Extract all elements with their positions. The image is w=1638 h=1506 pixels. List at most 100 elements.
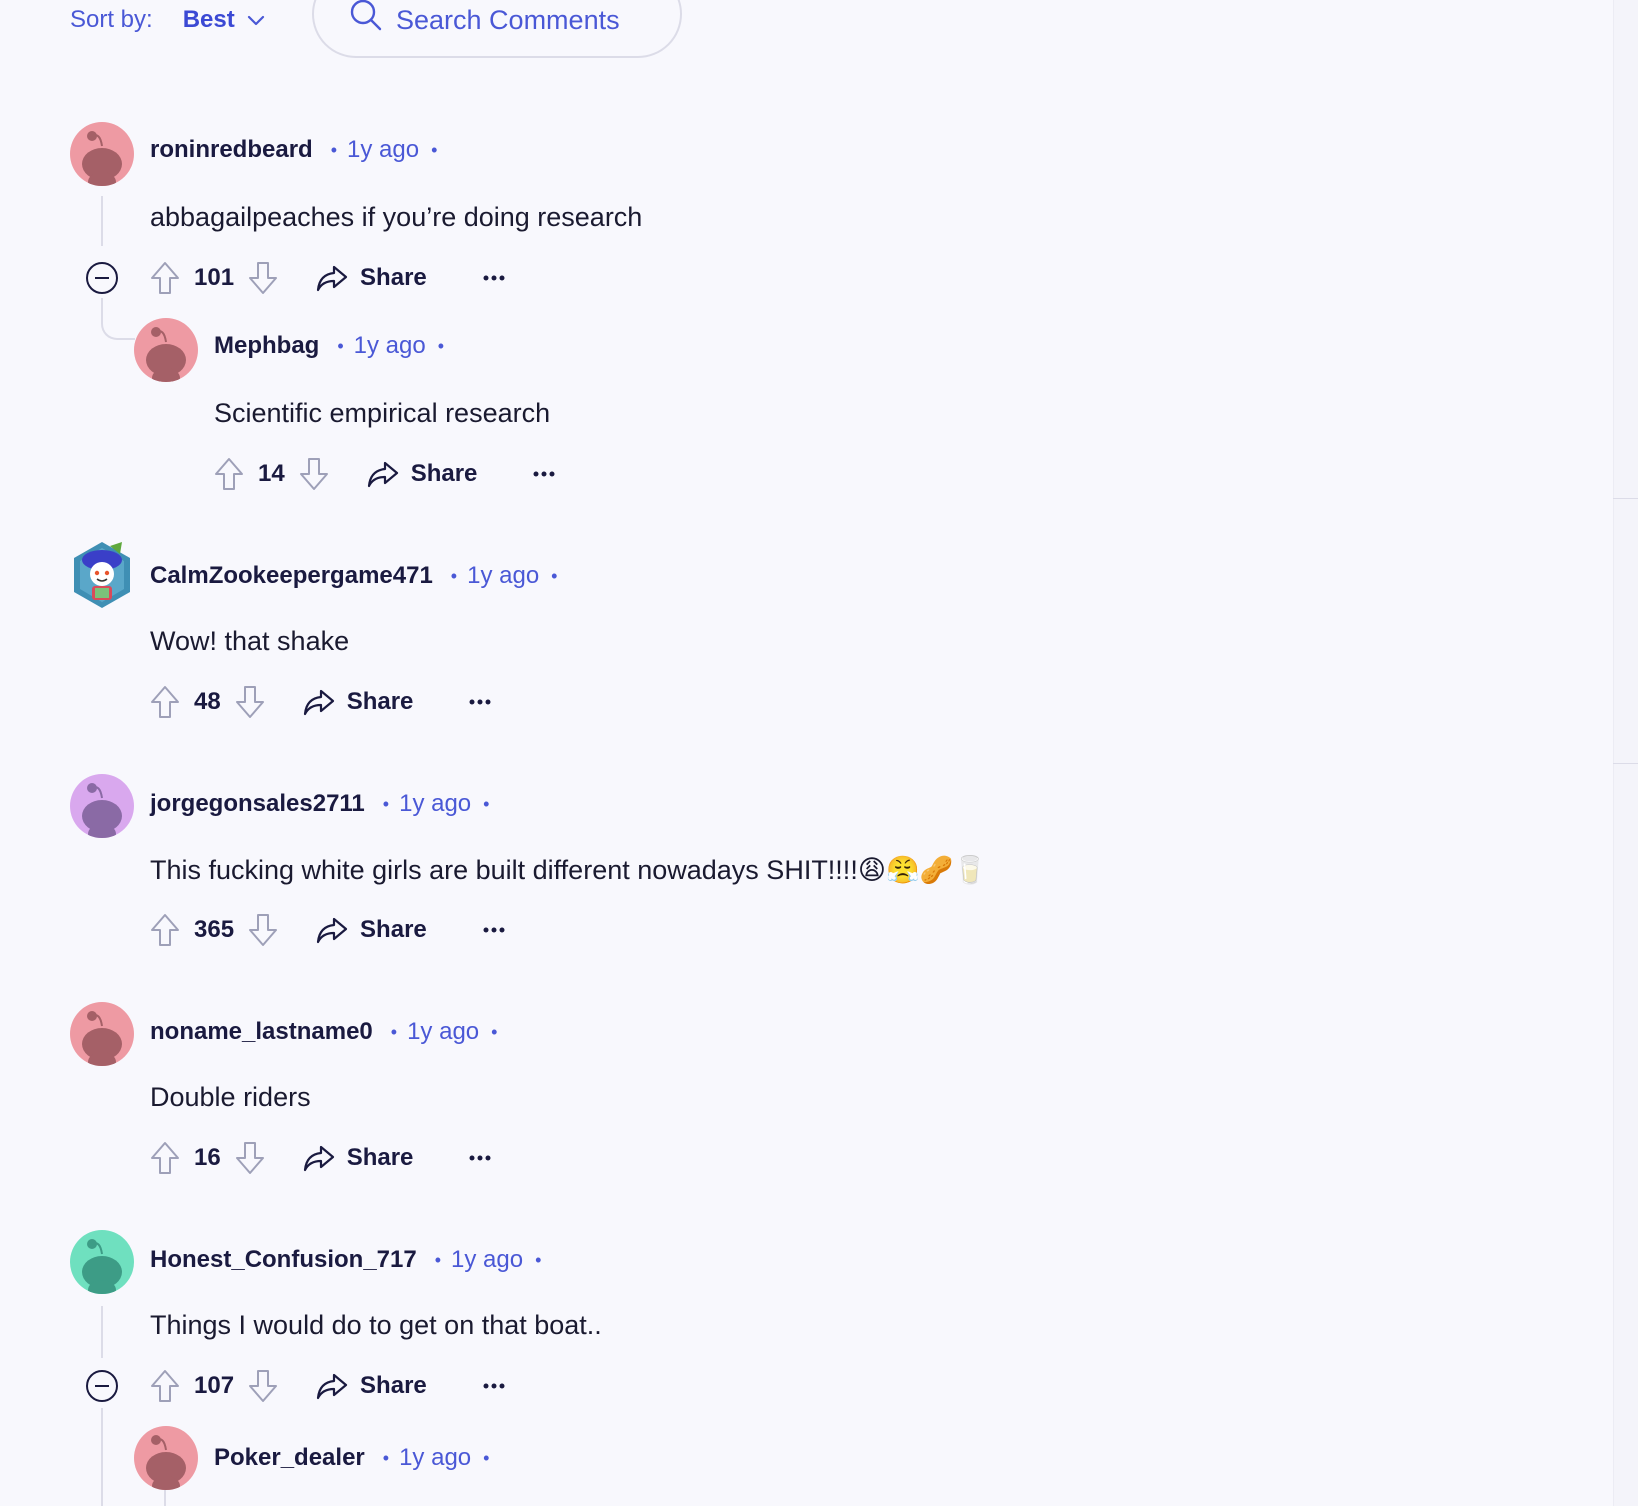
downvote-arrow-icon bbox=[235, 686, 264, 718]
ellipsis-icon bbox=[483, 927, 505, 933]
author-name[interactable]: jorgegonsales2711 bbox=[150, 790, 365, 818]
ellipsis-icon bbox=[483, 275, 505, 281]
upvote-button[interactable] bbox=[148, 1368, 182, 1404]
separator-dot: • bbox=[483, 793, 490, 814]
search-comments-input[interactable]: Search Comments bbox=[312, 0, 682, 58]
share-icon bbox=[316, 265, 348, 292]
avatar[interactable] bbox=[70, 540, 134, 608]
avatar[interactable] bbox=[134, 318, 198, 382]
separator-dot: • bbox=[551, 565, 558, 586]
separator-dot: • bbox=[450, 565, 458, 586]
comments-page: Sort by: Best Search Comments roninredbe… bbox=[0, 0, 1638, 1506]
vote-score: 365 bbox=[194, 916, 235, 943]
upvote-button[interactable] bbox=[148, 260, 182, 296]
comment-meta: jorgegonsales2711 • 1y ago • bbox=[150, 790, 489, 818]
downvote-button[interactable] bbox=[246, 912, 280, 948]
share-icon bbox=[316, 917, 348, 944]
downvote-button[interactable] bbox=[233, 1140, 267, 1176]
author-name[interactable]: Mephbag bbox=[214, 332, 319, 360]
upvote-arrow-icon bbox=[151, 1370, 179, 1402]
comment-actions: 48 Share bbox=[148, 682, 495, 722]
more-options-button[interactable] bbox=[529, 459, 559, 489]
upvote-button[interactable] bbox=[148, 1140, 182, 1176]
vote-score: 107 bbox=[194, 1372, 235, 1399]
more-options-button[interactable] bbox=[479, 915, 509, 945]
vote-score: 101 bbox=[194, 264, 235, 291]
comment-actions: 365 Share bbox=[148, 910, 509, 950]
author-name[interactable]: Honest_Confusion_717 bbox=[150, 1246, 417, 1274]
downvote-button[interactable] bbox=[246, 1368, 280, 1404]
vote-score: 16 bbox=[194, 1144, 221, 1171]
share-button[interactable]: Share bbox=[316, 1372, 427, 1400]
avatar[interactable] bbox=[70, 774, 134, 838]
comment-meta: Mephbag • 1y ago • bbox=[214, 332, 444, 360]
thread-line bbox=[164, 1490, 166, 1506]
downvote-arrow-icon bbox=[249, 914, 278, 946]
ellipsis-icon bbox=[469, 699, 491, 705]
thread-line bbox=[101, 196, 103, 246]
vote-score: 48 bbox=[194, 688, 221, 715]
separator-dot: • bbox=[434, 1249, 442, 1270]
upvote-button[interactable] bbox=[148, 684, 182, 720]
rail-divider bbox=[1613, 498, 1638, 499]
share-label: Share bbox=[346, 1144, 414, 1171]
timestamp[interactable]: 1y ago bbox=[407, 1018, 479, 1046]
comment-body: Wow! that shake bbox=[150, 626, 350, 656]
timestamp[interactable]: 1y ago bbox=[354, 332, 426, 360]
author-name[interactable]: roninredbeard bbox=[150, 136, 313, 164]
collapse-thread-button[interactable] bbox=[85, 261, 119, 295]
timestamp[interactable]: 1y ago bbox=[451, 1246, 523, 1274]
share-button[interactable]: Share bbox=[316, 916, 427, 944]
share-icon bbox=[367, 461, 398, 488]
ellipsis-icon bbox=[469, 1155, 491, 1161]
upvote-button[interactable] bbox=[212, 456, 246, 492]
downvote-button[interactable] bbox=[246, 260, 280, 296]
share-icon bbox=[316, 1373, 348, 1400]
scroll-rail[interactable] bbox=[1613, 0, 1638, 1506]
timestamp[interactable]: 1y ago bbox=[399, 790, 471, 818]
search-icon bbox=[350, 0, 382, 36]
avatar[interactable] bbox=[134, 1426, 198, 1490]
share-button[interactable]: Share bbox=[367, 460, 477, 488]
comment-body: This fucking white girls are built diffe… bbox=[150, 855, 987, 885]
comment-body: Things I would do to get on that boat.. bbox=[150, 1310, 602, 1340]
sort-value: Best bbox=[182, 6, 235, 33]
downvote-button[interactable] bbox=[297, 456, 331, 492]
avatar[interactable] bbox=[70, 1002, 134, 1066]
author-name[interactable]: Poker_dealer bbox=[214, 1444, 365, 1472]
comment-meta: CalmZookeepergame471 • 1y ago • bbox=[150, 562, 557, 590]
share-button[interactable]: Share bbox=[303, 1144, 414, 1172]
more-options-button[interactable] bbox=[479, 263, 509, 293]
sort-dropdown[interactable]: Best bbox=[183, 6, 265, 34]
comment-body: Double riders bbox=[150, 1082, 311, 1112]
ellipsis-icon bbox=[483, 1383, 505, 1389]
share-button[interactable]: Share bbox=[316, 264, 427, 292]
more-options-button[interactable] bbox=[465, 687, 495, 717]
share-button[interactable]: Share bbox=[303, 688, 413, 716]
avatar[interactable] bbox=[70, 1230, 134, 1294]
avatar[interactable] bbox=[70, 122, 134, 186]
share-icon bbox=[303, 689, 334, 716]
upvote-arrow-icon bbox=[151, 1142, 179, 1174]
separator-dot: • bbox=[431, 139, 438, 160]
collapse-thread-button[interactable] bbox=[85, 1369, 119, 1403]
separator-dot: • bbox=[382, 1447, 390, 1468]
share-label: Share bbox=[360, 1372, 427, 1399]
comment-body: Scientific empirical research bbox=[214, 398, 551, 428]
timestamp[interactable]: 1y ago bbox=[347, 136, 419, 164]
vote-score: 14 bbox=[258, 460, 285, 487]
author-name[interactable]: noname_lastname0 bbox=[150, 1018, 373, 1046]
more-options-button[interactable] bbox=[479, 1371, 509, 1401]
timestamp[interactable]: 1y ago bbox=[399, 1444, 471, 1472]
upvote-arrow-icon bbox=[151, 914, 179, 946]
comment-actions: 107 Share bbox=[148, 1366, 509, 1406]
upvote-arrow-icon bbox=[151, 262, 179, 294]
comment-meta: Poker_dealer • 1y ago • bbox=[214, 1444, 489, 1472]
separator-dot: • bbox=[390, 1021, 398, 1042]
more-options-button[interactable] bbox=[465, 1143, 495, 1173]
separator-dot: • bbox=[483, 1447, 490, 1468]
upvote-button[interactable] bbox=[148, 912, 182, 948]
timestamp[interactable]: 1y ago bbox=[467, 562, 539, 590]
downvote-button[interactable] bbox=[233, 684, 267, 720]
author-name[interactable]: CalmZookeepergame471 bbox=[150, 562, 433, 590]
